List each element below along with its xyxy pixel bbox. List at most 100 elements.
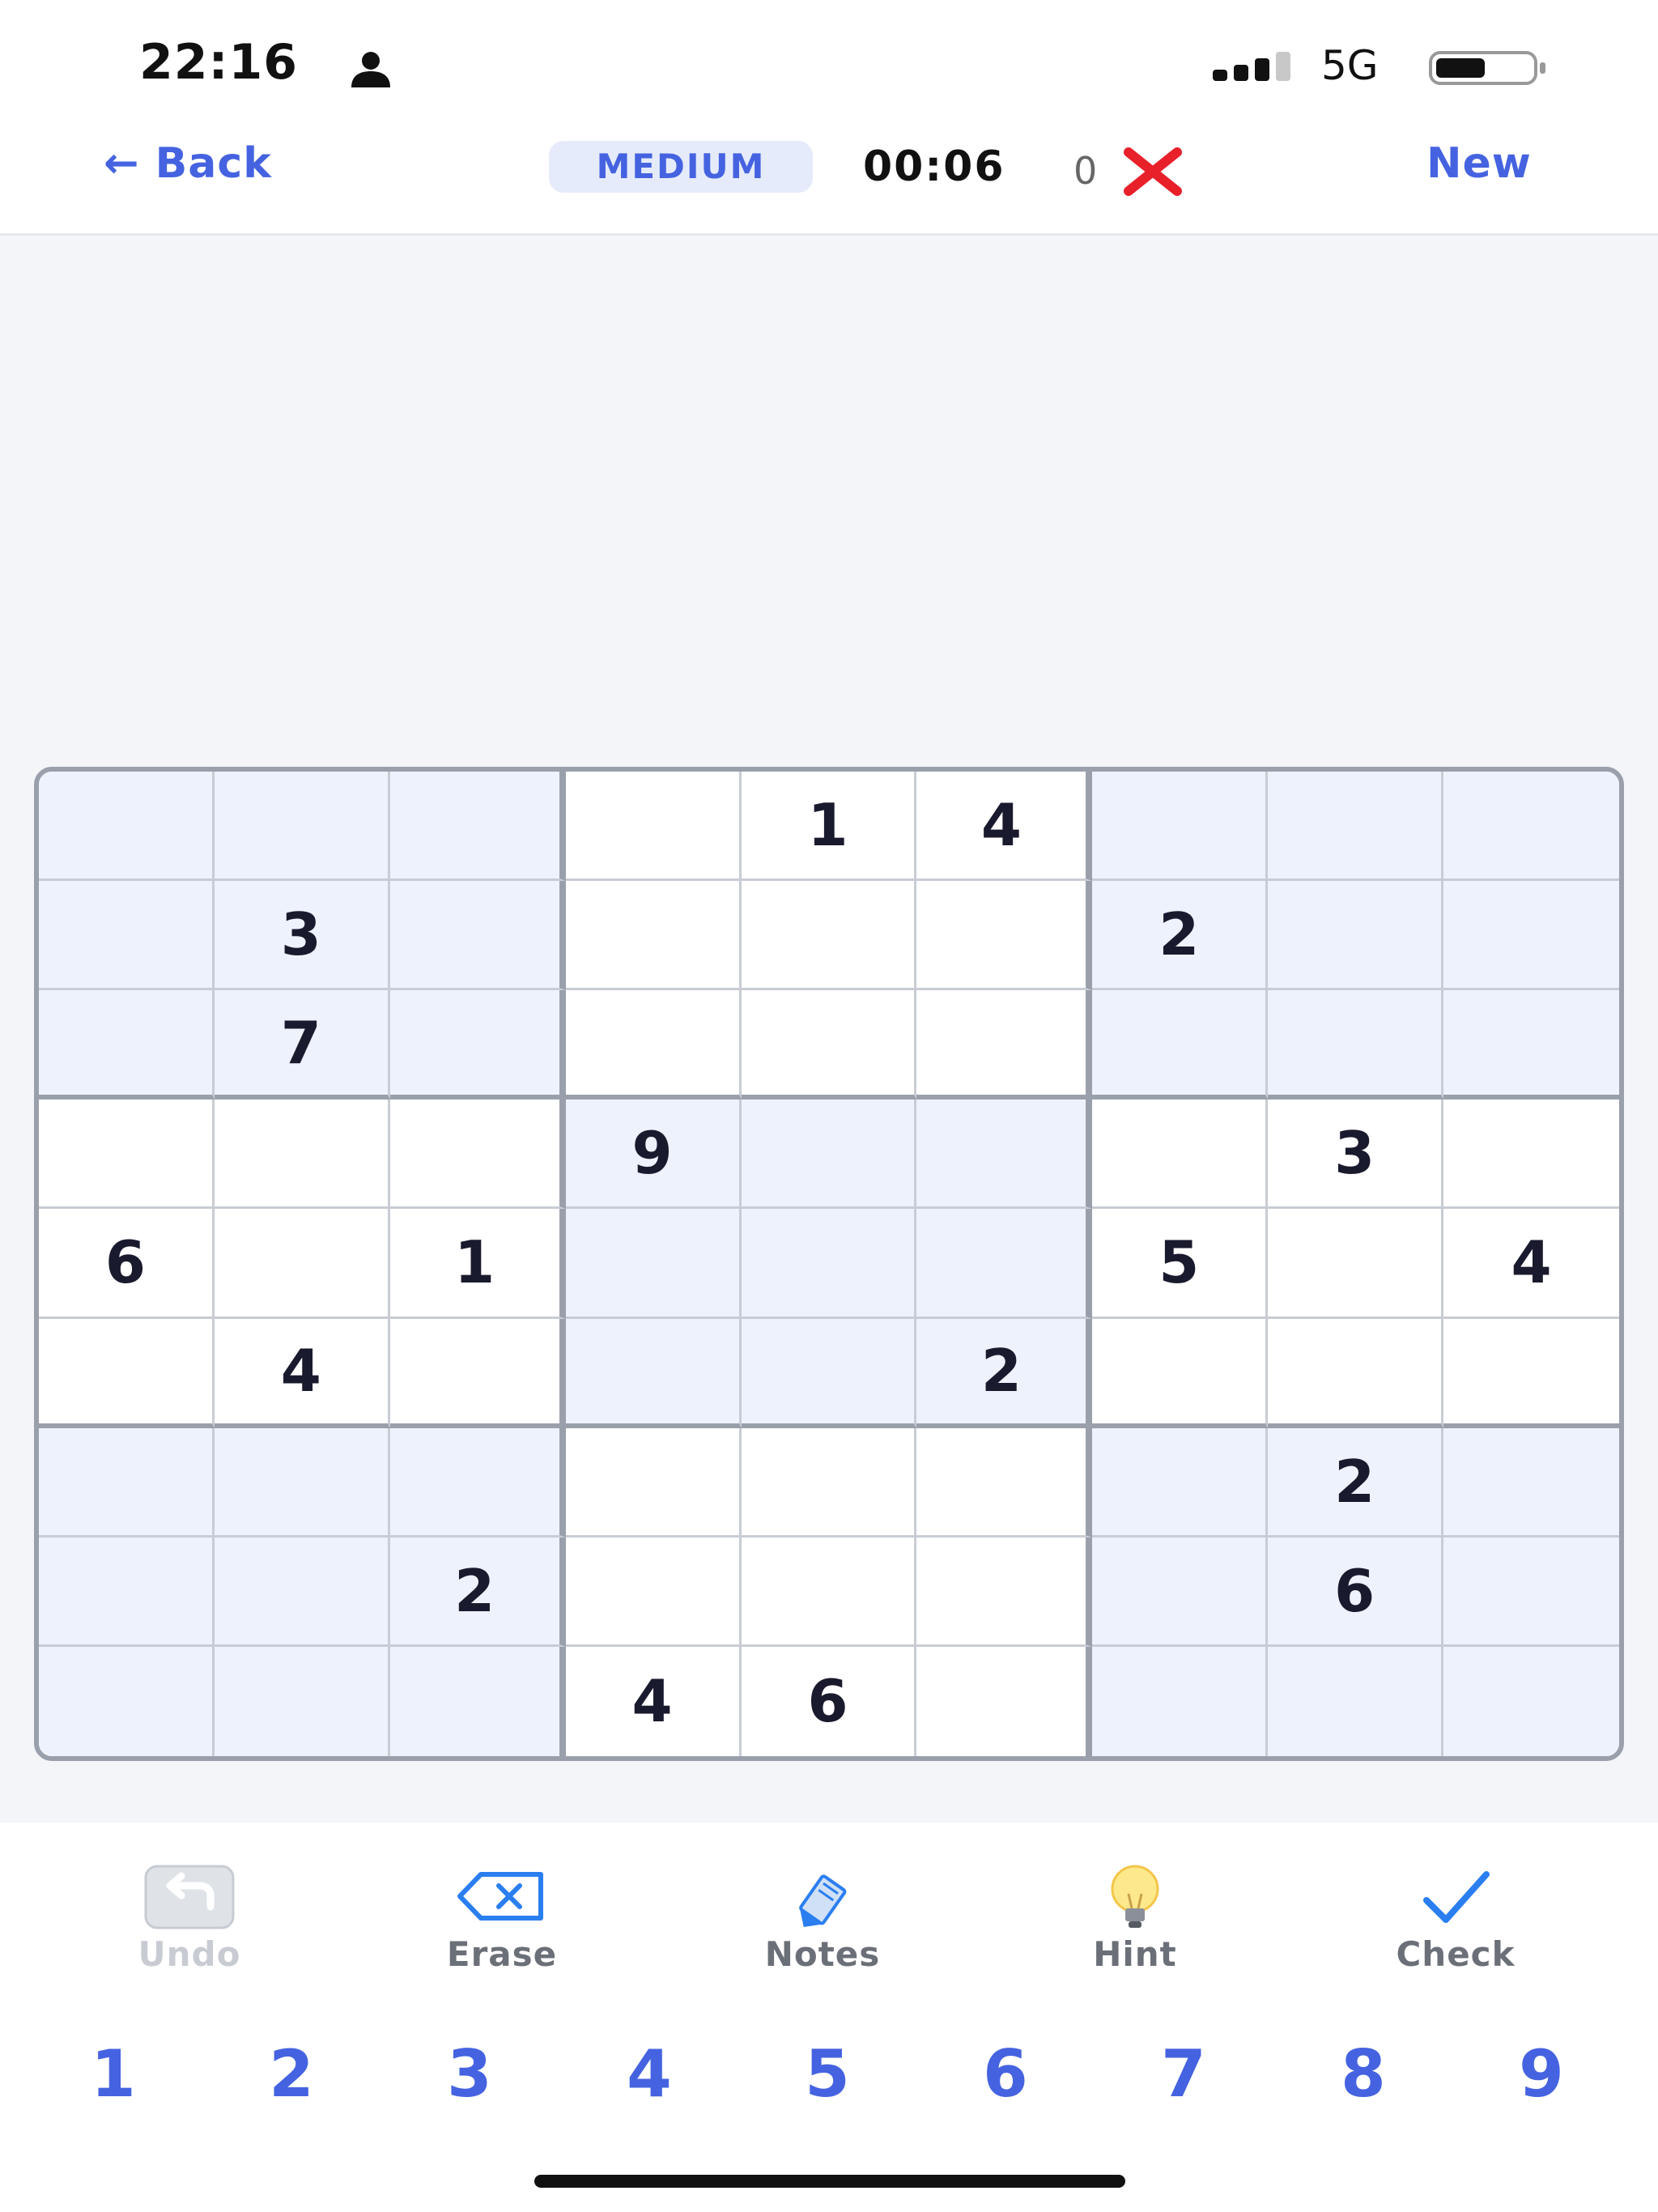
board-cell-r2-c3[interactable] bbox=[389, 881, 566, 991]
board-cell-r4-c3[interactable] bbox=[389, 1100, 566, 1210]
board-cell-r7-c8[interactable]: 2 bbox=[1268, 1427, 1444, 1538]
board-cell-r5-c5[interactable] bbox=[741, 1209, 917, 1319]
board-cell-r3-c8[interactable] bbox=[1268, 990, 1444, 1100]
board-cell-r4-c9[interactable] bbox=[1443, 1100, 1619, 1210]
board-cell-r8-c7[interactable] bbox=[1092, 1537, 1269, 1647]
hint-button[interactable]: Hint bbox=[1030, 1861, 1240, 1974]
board-cell-r5-c8[interactable] bbox=[1268, 1209, 1444, 1319]
board-cell-r7-c6[interactable] bbox=[916, 1427, 1093, 1538]
board-cell-r8-c4[interactable] bbox=[565, 1537, 742, 1647]
number-button-9[interactable]: 9 bbox=[1493, 2036, 1590, 2112]
board-cell-r2-c6[interactable] bbox=[916, 881, 1093, 991]
board-cell-r1-c2[interactable] bbox=[214, 772, 390, 882]
board-cell-r1-c6[interactable]: 4 bbox=[916, 772, 1093, 882]
board-cell-r3-c6[interactable] bbox=[916, 990, 1093, 1100]
board-cell-r7-c4[interactable] bbox=[565, 1427, 742, 1538]
number-button-3[interactable]: 3 bbox=[421, 2036, 518, 2112]
board-cell-r1-c4[interactable] bbox=[565, 772, 742, 882]
board-cell-r4-c8[interactable]: 3 bbox=[1268, 1100, 1444, 1210]
board-cell-r2-c8[interactable] bbox=[1268, 881, 1444, 991]
board-cell-r6-c2[interactable]: 4 bbox=[214, 1318, 390, 1428]
board-cell-r6-c9[interactable] bbox=[1443, 1318, 1619, 1428]
board-cell-r2-c5[interactable] bbox=[741, 881, 917, 991]
board-cell-r6-c5[interactable] bbox=[741, 1318, 917, 1428]
number-button-1[interactable]: 1 bbox=[65, 2036, 162, 2112]
board-cell-r7-c9[interactable] bbox=[1443, 1427, 1619, 1538]
board-cell-r1-c9[interactable] bbox=[1443, 772, 1619, 882]
number-button-6[interactable]: 6 bbox=[957, 2036, 1054, 2112]
board-cell-r9-c4[interactable]: 4 bbox=[565, 1646, 742, 1756]
board-cell-r3-c3[interactable] bbox=[389, 990, 566, 1100]
board-cell-r6-c7[interactable] bbox=[1092, 1318, 1269, 1428]
board-cell-r3-c7[interactable] bbox=[1092, 990, 1269, 1100]
board-cell-r5-c4[interactable] bbox=[565, 1209, 742, 1319]
board-cell-r4-c4[interactable]: 9 bbox=[565, 1100, 742, 1210]
number-button-5[interactable]: 5 bbox=[779, 2036, 876, 2112]
erase-button[interactable]: Erase bbox=[397, 1861, 607, 1974]
board-cell-r6-c1[interactable] bbox=[39, 1318, 215, 1428]
board-cell-r8-c8[interactable]: 6 bbox=[1268, 1537, 1444, 1647]
board-cell-r9-c7[interactable] bbox=[1092, 1646, 1269, 1756]
board-cell-r4-c2[interactable] bbox=[214, 1100, 390, 1210]
board-cell-r8-c1[interactable] bbox=[39, 1537, 215, 1647]
board-cell-r6-c4[interactable] bbox=[565, 1318, 742, 1428]
board-cell-r1-c7[interactable] bbox=[1092, 772, 1269, 882]
board-cell-r3-c4[interactable] bbox=[565, 990, 742, 1100]
board-cell-r5-c7[interactable]: 5 bbox=[1092, 1209, 1269, 1319]
board-cell-r4-c6[interactable] bbox=[916, 1100, 1093, 1210]
board-cell-r2-c9[interactable] bbox=[1443, 881, 1619, 991]
board-cell-r1-c5[interactable]: 1 bbox=[741, 772, 917, 882]
board-cell-r9-c6[interactable] bbox=[916, 1646, 1093, 1756]
board-cell-r9-c8[interactable] bbox=[1268, 1646, 1444, 1756]
board-cell-r6-c3[interactable] bbox=[389, 1318, 566, 1428]
board-cell-r8-c2[interactable] bbox=[214, 1537, 390, 1647]
board-cell-r8-c3[interactable]: 2 bbox=[389, 1537, 566, 1647]
number-button-4[interactable]: 4 bbox=[601, 2036, 698, 2112]
board-cell-r1-c8[interactable] bbox=[1268, 772, 1444, 882]
board-cell-r8-c6[interactable] bbox=[916, 1537, 1093, 1647]
board-cell-r4-c7[interactable] bbox=[1092, 1100, 1269, 1210]
board-cell-r9-c9[interactable] bbox=[1443, 1646, 1619, 1756]
board-cell-r2-c7[interactable]: 2 bbox=[1092, 881, 1269, 991]
board-cell-r3-c9[interactable] bbox=[1443, 990, 1619, 1100]
number-button-8[interactable]: 8 bbox=[1315, 2036, 1412, 2112]
board-cell-r9-c5[interactable]: 6 bbox=[741, 1646, 917, 1756]
board-cell-r7-c2[interactable] bbox=[214, 1427, 390, 1538]
undo-button[interactable]: Undo bbox=[84, 1861, 295, 1974]
board-cell-r1-c3[interactable] bbox=[389, 772, 566, 882]
number-button-2[interactable]: 2 bbox=[243, 2036, 340, 2112]
board-cell-r3-c1[interactable] bbox=[39, 990, 215, 1100]
board-cell-r3-c5[interactable] bbox=[741, 990, 917, 1100]
board-cell-r5-c2[interactable] bbox=[214, 1209, 390, 1319]
board-cell-r7-c3[interactable] bbox=[389, 1427, 566, 1538]
checkmark-icon bbox=[1423, 1871, 1490, 1923]
board-cell-r5-c3[interactable]: 1 bbox=[389, 1209, 566, 1319]
back-button[interactable]: ← Back bbox=[104, 139, 272, 188]
number-button-7[interactable]: 7 bbox=[1135, 2036, 1232, 2112]
board-cell-r6-c6[interactable]: 2 bbox=[916, 1318, 1093, 1428]
undo-label: Undo bbox=[138, 1934, 241, 1974]
board-cell-r6-c8[interactable] bbox=[1268, 1318, 1444, 1428]
board-cell-r9-c3[interactable] bbox=[389, 1646, 566, 1756]
board-cell-r4-c1[interactable] bbox=[39, 1100, 215, 1210]
board-cell-r5-c6[interactable] bbox=[916, 1209, 1093, 1319]
new-game-button[interactable]: New bbox=[1426, 139, 1532, 188]
sudoku-board: 143279361544222646 bbox=[34, 767, 1624, 1761]
board-cell-r8-c5[interactable] bbox=[741, 1537, 917, 1647]
board-cell-r1-c1[interactable] bbox=[39, 772, 215, 882]
board-cell-r7-c7[interactable] bbox=[1092, 1427, 1269, 1538]
board-cell-r5-c9[interactable]: 4 bbox=[1443, 1209, 1619, 1319]
board-cell-r5-c1[interactable]: 6 bbox=[39, 1209, 215, 1319]
notes-button[interactable]: Notes bbox=[717, 1861, 928, 1974]
board-cell-r7-c5[interactable] bbox=[741, 1427, 917, 1538]
board-cell-r3-c2[interactable]: 7 bbox=[214, 990, 390, 1100]
board-cell-r8-c9[interactable] bbox=[1443, 1537, 1619, 1647]
board-cell-r4-c5[interactable] bbox=[741, 1100, 917, 1210]
board-cell-r2-c4[interactable] bbox=[565, 881, 742, 991]
board-cell-r2-c2[interactable]: 3 bbox=[214, 881, 390, 991]
board-cell-r7-c1[interactable] bbox=[39, 1427, 215, 1538]
board-cell-r2-c1[interactable] bbox=[39, 881, 215, 991]
board-cell-r9-c2[interactable] bbox=[214, 1646, 390, 1756]
board-cell-r9-c1[interactable] bbox=[39, 1646, 215, 1756]
check-button[interactable]: Check bbox=[1350, 1861, 1561, 1974]
